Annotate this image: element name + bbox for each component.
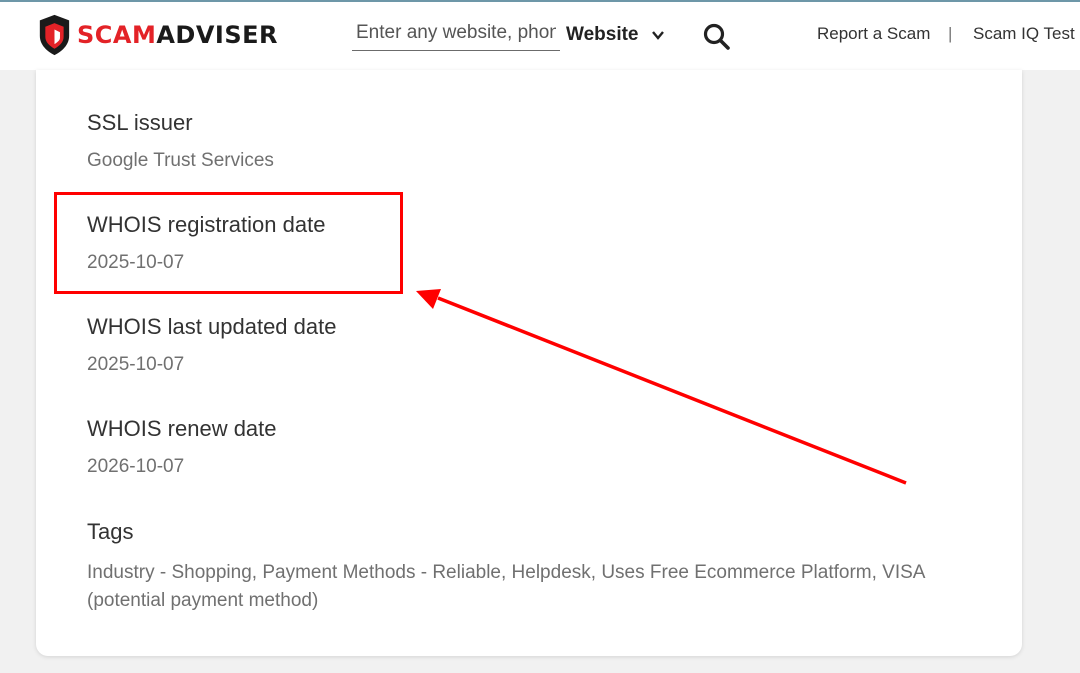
search-type-value: Website — [566, 24, 639, 45]
site-header: SCAMADVISER Website Report a Scam | Scam… — [0, 2, 1080, 70]
detail-whois-updated: WHOIS last updated date 2025-10-07 — [87, 314, 336, 376]
search-icon[interactable] — [702, 22, 732, 52]
search-input[interactable] — [352, 16, 560, 51]
tags-label: Tags — [87, 519, 134, 544]
shield-logo-icon — [39, 14, 70, 56]
detail-label: WHOIS last updated date — [87, 314, 337, 339]
detail-value: 2025-10-07 — [87, 354, 185, 375]
annotation-highlight-box — [54, 192, 403, 294]
nav-separator: | — [948, 24, 953, 43]
tags-value: Industry - Shopping, Payment Methods - R… — [87, 562, 925, 611]
chevron-down-icon — [651, 31, 664, 40]
detail-value: Google Trust Services — [87, 150, 274, 171]
detail-ssl-issuer: SSL issuer Google Trust Services — [87, 110, 274, 172]
brand-name: SCAMADVISER — [77, 21, 278, 49]
detail-tags: Tags Industry - Shopping, Payment Method… — [87, 519, 987, 615]
detail-value: 2026-10-07 — [87, 456, 185, 477]
detail-whois-renew: WHOIS renew date 2026-10-07 — [87, 416, 277, 478]
brand-name-part1: SCAM — [76, 21, 157, 49]
scamadviser-logo[interactable]: SCAMADVISER — [38, 11, 278, 59]
search-type-select[interactable]: Website — [566, 20, 665, 50]
brand-name-part2: ADVISER — [156, 21, 278, 49]
nav-scam-iq-test[interactable]: Scam IQ Test — [973, 24, 1075, 52]
detail-label: WHOIS renew date — [87, 416, 277, 441]
detail-label: SSL issuer — [87, 110, 193, 135]
nav-report-scam[interactable]: Report a Scam — [817, 24, 930, 52]
